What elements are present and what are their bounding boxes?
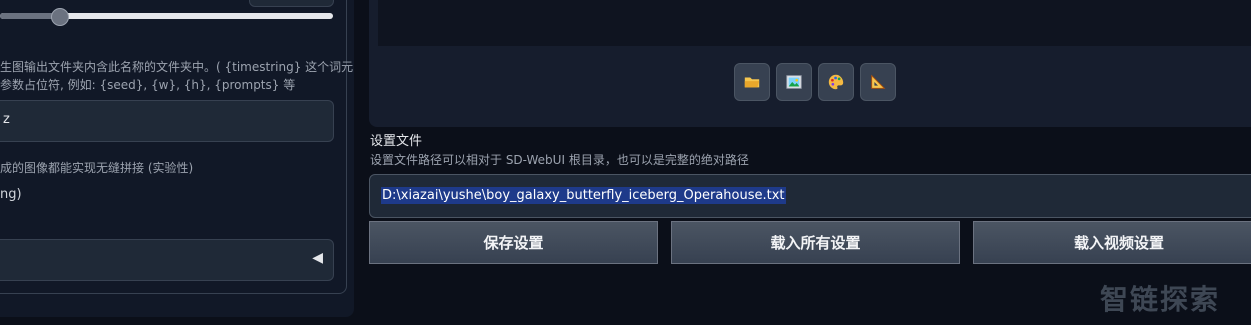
load-video-settings-button[interactable]: 载入视频设置 [973, 221, 1251, 264]
subfolder-name-value: z [3, 112, 10, 127]
load-all-settings-button[interactable]: 载入所有设置 [671, 221, 960, 264]
watermark-text: 智链探索 [1100, 283, 1221, 316]
slider-thumb[interactable] [51, 8, 69, 26]
filename-format-desc-line1: 生图输出文件夹内含此名称的文件夹中。( {timestring} 这个词元 [0, 60, 354, 74]
open-folder-icon [744, 77, 760, 88]
settings-path-value: D:\xiazai\yushe\boy_galaxy_butterfly_ice… [381, 187, 786, 204]
send-to-extras-button[interactable] [860, 63, 896, 101]
filename-format-desc-line2: 参数占位符, 例如: {seed}, {w}, {h}, {prompts} 等 [0, 78, 296, 92]
settings-file-desc: 设置文件路径可以相对于 SD-WebUI 根目录，也可以是完整的绝对路径 [370, 153, 749, 167]
save-settings-button[interactable]: 保存设置 [369, 221, 658, 264]
settings-path-input[interactable]: D:\xiazai\yushe\boy_galaxy_butterfly_ice… [369, 174, 1251, 218]
ruler-icon [871, 74, 886, 89]
gallery-preview-area [378, 0, 1251, 46]
open-folder-button[interactable] [734, 63, 770, 101]
subfolder-name-input[interactable]: z [0, 100, 334, 142]
settings-file-title: 设置文件 [370, 134, 423, 149]
mode-dropdown[interactable]: ◀ [0, 239, 334, 281]
dropdown-arrow-icon: ◀ [312, 250, 323, 266]
seamless-tiling-desc: 成的图像都能实现无缝拼接 (实验性) [0, 161, 194, 175]
slider-number-input[interactable] [249, 0, 334, 7]
option-label: ng) [0, 187, 22, 202]
send-to-img2img-button[interactable] [776, 63, 812, 101]
image-icon [786, 75, 802, 89]
send-to-inpaint-button[interactable] [818, 63, 854, 101]
palette-icon [828, 74, 844, 90]
